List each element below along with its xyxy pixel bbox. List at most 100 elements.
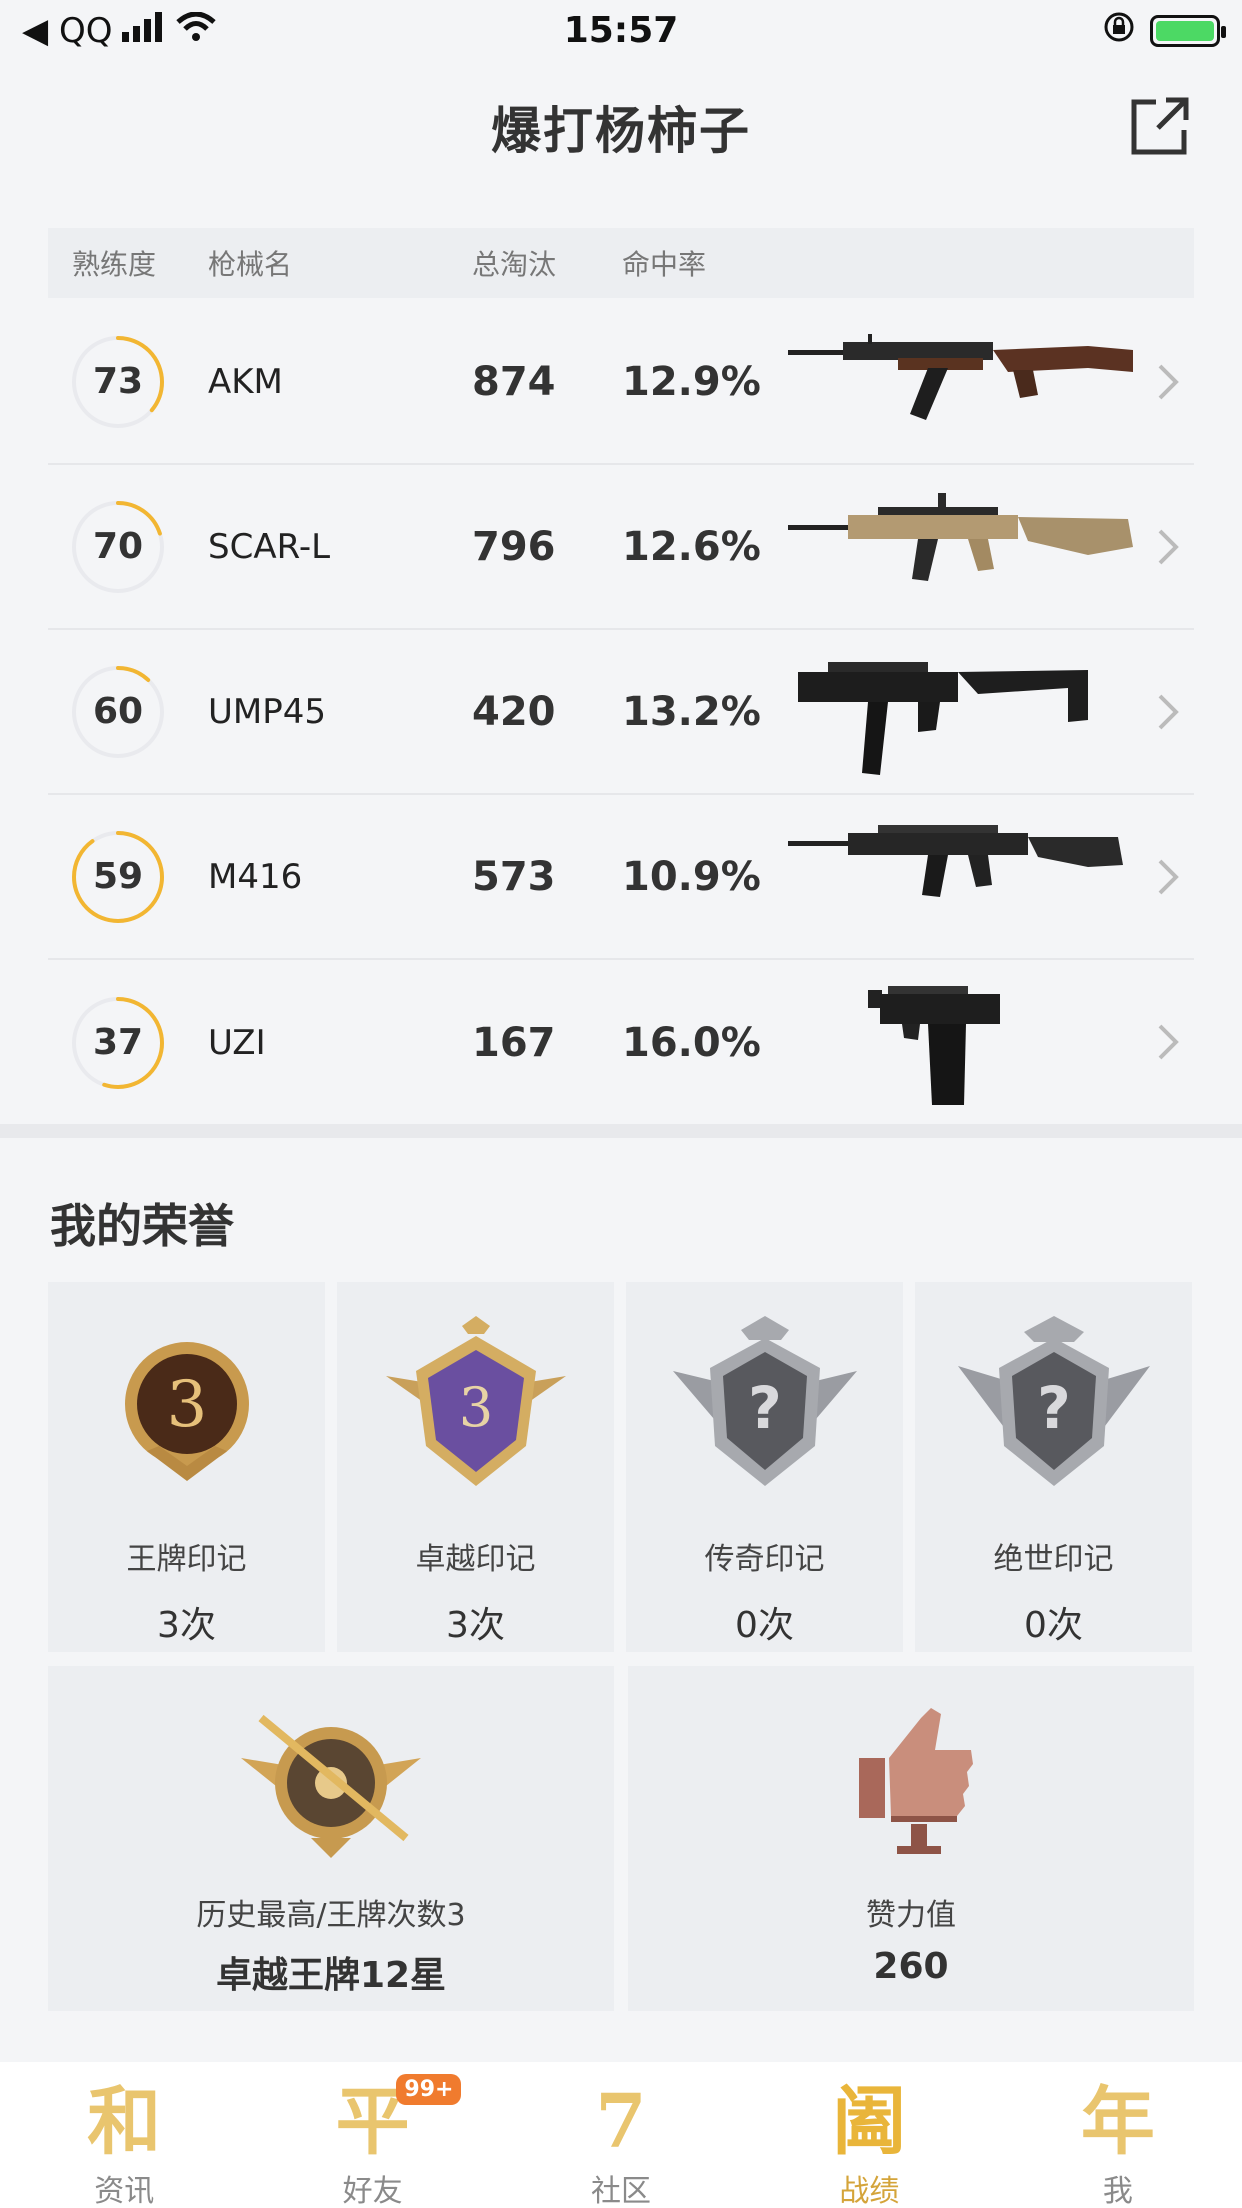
honor-count: 3次 — [446, 1605, 505, 1646]
honor-label: 绝世印记 — [993, 1542, 1114, 1577]
page-title: 爆打杨柿子 — [491, 102, 751, 160]
proficiency-value: 37 — [92, 1022, 144, 1063]
column-hit-rate: 命中率 — [622, 248, 707, 281]
chevron-right-icon — [1158, 1024, 1179, 1060]
column-name: 枪械名 — [208, 248, 293, 281]
column-kills: 总淘汰 — [472, 248, 557, 281]
weapon-name: M416 — [208, 856, 303, 897]
weapon-name: SCAR-L — [208, 526, 331, 567]
share-icon — [1131, 97, 1189, 155]
chevron-right-icon — [1158, 529, 1179, 565]
history-best-card[interactable]: 历史最高/王牌次数3 卓越王牌12星 — [48, 1666, 614, 2011]
status-bar: ◀ QQ 15:57 — [0, 0, 1242, 62]
legend-mark-badge-icon: ? — [672, 1316, 857, 1486]
tab-news[interactable]: 和 资讯 — [0, 2062, 248, 2208]
honor-count: 0次 — [1024, 1605, 1083, 1646]
tab-label: 好友 — [342, 2174, 403, 2208]
honor-count: 3次 — [157, 1605, 216, 1646]
sniper-crest-icon — [241, 1714, 421, 1858]
chevron-right-icon — [1158, 694, 1179, 730]
svg-text:3: 3 — [166, 1368, 207, 1442]
weapon-kills: 573 — [472, 853, 556, 900]
proficiency-ring: 37 — [70, 995, 166, 1091]
weapon-name: UMP45 — [208, 691, 326, 732]
tab-label: 战绩 — [839, 2174, 900, 2208]
history-best-label: 历史最高/王牌次数3 — [196, 1898, 466, 1933]
scar-l-rifle-image — [788, 493, 1133, 581]
tab-community[interactable]: 7 社区 — [497, 2062, 745, 2208]
weapon-hit-rate: 10.9% — [622, 853, 761, 900]
weapon-list: 73 AKM 874 12.9% 70 SCAR-L 796 12.6% 60 … — [48, 300, 1194, 1125]
likes-card[interactable]: 赞力值 260 — [628, 1666, 1194, 2011]
header: 爆打杨柿子 — [0, 62, 1242, 192]
weapon-hit-rate: 16.0% — [622, 1019, 761, 1066]
excellent-mark-badge-icon: 3 — [385, 1316, 566, 1486]
weapon-hit-rate: 12.9% — [622, 358, 761, 405]
weapon-kills: 420 — [472, 688, 556, 735]
svg-text:?: ? — [1037, 1374, 1071, 1442]
weapon-row-scar-l[interactable]: 70 SCAR-L 796 12.6% — [48, 465, 1194, 630]
weapon-name: UZI — [208, 1022, 266, 1063]
honor-summary-row: 历史最高/王牌次数3 卓越王牌12星 赞力值 260 — [48, 1666, 1194, 2011]
m416-rifle-image — [788, 825, 1123, 897]
proficiency-value: 73 — [92, 361, 144, 402]
uzi-smg-image — [868, 986, 1000, 1105]
proficiency-value: 59 — [92, 856, 144, 897]
proficiency-value: 60 — [92, 691, 144, 732]
battery-icon — [1150, 15, 1226, 47]
community-tab-icon: 7 — [595, 2079, 647, 2165]
akm-rifle-image — [788, 334, 1133, 420]
weapon-row-ump45[interactable]: 60 UMP45 420 13.2% — [48, 630, 1194, 795]
tab-me[interactable]: 年 我 — [994, 2062, 1242, 2208]
records-tab-icon: 阖 — [832, 2079, 907, 2165]
weapon-row-akm[interactable]: 73 AKM 874 12.9% — [48, 300, 1194, 465]
section-divider — [0, 1124, 1242, 1138]
weapon-row-uzi[interactable]: 37 UZI 167 16.0% — [48, 960, 1194, 1125]
weapon-name: AKM — [208, 361, 283, 402]
likes-value: 260 — [873, 1946, 949, 1987]
proficiency-ring: 60 — [70, 664, 166, 760]
likes-label: 赞力值 — [866, 1898, 956, 1933]
weapon-hit-rate: 12.6% — [622, 523, 761, 570]
svg-text:3: 3 — [458, 1376, 492, 1439]
ump45-smg-image — [798, 662, 1088, 775]
honors-title: 我的荣誉 — [50, 1199, 234, 1253]
weapon-table-header: 熟练度 枪械名 总淘汰 命中率 — [48, 228, 1194, 298]
share-button[interactable] — [1128, 94, 1192, 158]
honor-marks-grid: 3 王牌印记 3次 3 卓越印记 3次 ? 传奇印记 0次 ? 绝世印记 0次 — [48, 1282, 1194, 1652]
bottom-tab-bar: 和 资讯 平 99+ 好友 7 社区 阖 战绩 年 我 — [0, 2062, 1242, 2208]
me-tab-icon: 年 — [1080, 2079, 1155, 2165]
chevron-right-icon — [1158, 859, 1179, 895]
news-tab-icon: 和 — [87, 2079, 162, 2165]
weapon-kills: 796 — [472, 523, 556, 570]
honor-card-excellent[interactable]: 3 卓越印记 3次 — [337, 1282, 614, 1652]
proficiency-ring: 70 — [70, 499, 166, 595]
weapon-kills: 874 — [472, 358, 556, 405]
honor-card-ace[interactable]: 3 王牌印记 3次 — [48, 1282, 325, 1652]
chevron-right-icon — [1158, 364, 1179, 400]
tab-records[interactable]: 阖 战绩 — [745, 2062, 993, 2208]
honor-label: 传奇印记 — [704, 1542, 825, 1577]
history-best-value: 卓越王牌12星 — [215, 1955, 447, 1996]
weapon-hit-rate: 13.2% — [622, 688, 761, 735]
honor-card-peerless[interactable]: ? 绝世印记 0次 — [915, 1282, 1192, 1652]
ace-mark-badge-icon: 3 — [124, 1342, 249, 1481]
svg-text:?: ? — [748, 1374, 782, 1442]
proficiency-value: 70 — [92, 526, 144, 567]
honor-label: 卓越印记 — [415, 1542, 536, 1577]
honor-card-legend[interactable]: ? 传奇印记 0次 — [626, 1282, 903, 1652]
honor-count: 0次 — [735, 1605, 794, 1646]
proficiency-ring: 59 — [70, 829, 166, 925]
tab-label: 社区 — [591, 2174, 652, 2208]
proficiency-ring: 73 — [70, 334, 166, 430]
weapon-row-m416[interactable]: 59 M416 573 10.9% — [48, 795, 1194, 960]
weapon-kills: 167 — [472, 1019, 556, 1066]
tab-label: 我 — [1102, 2174, 1133, 2208]
tab-label: 资讯 — [94, 2174, 155, 2208]
honor-label: 王牌印记 — [126, 1542, 247, 1577]
column-proficiency: 熟练度 — [72, 248, 157, 281]
status-time: 15:57 — [563, 10, 679, 51]
peerless-mark-badge-icon: ? — [957, 1316, 1150, 1486]
tab-friends[interactable]: 平 99+ 好友 — [248, 2062, 496, 2208]
notification-badge: 99+ — [396, 2074, 462, 2105]
